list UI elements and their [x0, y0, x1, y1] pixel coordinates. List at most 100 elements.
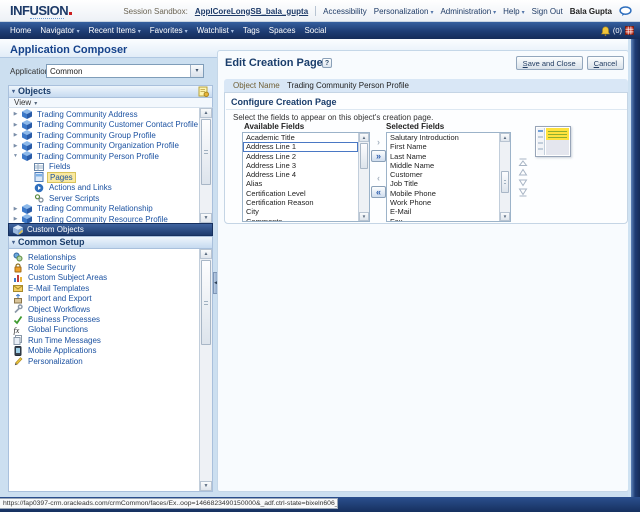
header-link-accessibility[interactable]: Accessibility: [323, 7, 367, 16]
tree-item-trading-community-group-profile[interactable]: ▶Trading Community Group Profile: [9, 130, 199, 141]
available-field-option[interactable]: Certification Reason: [243, 198, 358, 207]
sidebar-item-import-and-export[interactable]: Import and Export: [9, 294, 199, 304]
expand-arrow-icon[interactable]: ▶: [12, 143, 19, 149]
sidebar-item-personalization[interactable]: Personalization: [9, 356, 199, 366]
available-field-option[interactable]: Academic Title: [243, 133, 358, 142]
available-field-option[interactable]: Address Line 3: [243, 161, 358, 170]
scrollbar-thumb[interactable]: [360, 143, 368, 169]
scrollbar-thumb[interactable]: [201, 119, 211, 185]
nav-item-social[interactable]: Social: [304, 26, 326, 35]
collapse-chevron-icon[interactable]: ▾: [12, 89, 15, 95]
sidebar-item-business-processes[interactable]: Business Processes: [9, 314, 199, 324]
scroll-down-icon[interactable]: ▼: [200, 481, 212, 491]
selected-field-option[interactable]: E-Mail: [387, 207, 499, 216]
tree-item-pages[interactable]: Pages: [9, 172, 199, 183]
sidebar-item-relationships[interactable]: Relationships: [9, 252, 199, 262]
reorder-up-icon[interactable]: [518, 164, 528, 173]
scroll-down-icon[interactable]: ▼: [500, 212, 510, 221]
nav-item-tags[interactable]: Tags: [243, 26, 260, 35]
view-menu[interactable]: View▾: [8, 98, 213, 108]
available-field-option[interactable]: City: [243, 207, 358, 216]
objects-panel-header[interactable]: ▾Objects: [8, 85, 213, 98]
nav-item-home[interactable]: Home: [10, 26, 31, 35]
selected-field-option[interactable]: Last Name: [387, 152, 499, 161]
header-link-personalization[interactable]: Personalization▾: [374, 7, 434, 16]
tree-item-server-scripts[interactable]: Server Scripts: [9, 193, 199, 204]
available-field-option[interactable]: Address Line 2: [243, 152, 358, 161]
chat-bubble-icon[interactable]: [619, 6, 632, 16]
selected-scrollbar[interactable]: ▲ ▼: [499, 133, 510, 221]
tree-item-fields[interactable]: Fields: [9, 162, 199, 173]
save-and-close-button[interactable]: Save and Close: [516, 56, 583, 70]
collapse-arrow-icon[interactable]: ▼: [12, 153, 19, 159]
scroll-up-icon[interactable]: ▲: [200, 249, 212, 259]
reorder-down-icon[interactable]: [518, 174, 528, 183]
available-field-option[interactable]: Comments: [243, 217, 358, 221]
selected-field-option[interactable]: Salutary Introduction: [387, 133, 499, 142]
bell-icon[interactable]: [601, 26, 610, 36]
application-select[interactable]: Common ▾: [46, 64, 204, 78]
move-all-right-icon[interactable]: »: [371, 150, 386, 162]
available-fields-listbox[interactable]: Academic TitleAddress Line 1Address Line…: [242, 132, 370, 222]
tree-item-trading-community-relationship[interactable]: ▶Trading Community Relationship: [9, 204, 199, 215]
help-icon[interactable]: ?: [322, 58, 332, 68]
available-field-option[interactable]: Alias: [243, 179, 358, 188]
sidebar-item-run-time-messages[interactable]: Run Time Messages: [9, 335, 199, 345]
nav-item-favorites[interactable]: Favorites▾: [150, 26, 188, 35]
tree-item-trading-community-organization-profile[interactable]: ▶Trading Community Organization Profile: [9, 141, 199, 152]
move-left-icon[interactable]: ‹: [371, 173, 386, 185]
tree-item-trading-community-resource-profile[interactable]: ▶Trading Community Resource Profile: [9, 214, 199, 223]
selected-field-option[interactable]: Middle Name: [387, 161, 499, 170]
tree-item-trading-community-customer-contact-profile[interactable]: ▶Trading Community Customer Contact Prof…: [9, 120, 199, 131]
sidebar-item-custom-objects[interactable]: Custom Objects: [8, 223, 213, 236]
scroll-down-icon[interactable]: ▼: [200, 213, 212, 223]
sidebar-item-e-mail-templates[interactable]: E-Mail Templates: [9, 283, 199, 293]
tree-scrollbar[interactable]: ▲ ▼: [199, 108, 212, 223]
setup-scrollbar[interactable]: ▲ ▼: [199, 249, 212, 491]
tree-item-actions-and-links[interactable]: Actions and Links: [9, 183, 199, 194]
selected-fields-listbox[interactable]: Salutary IntroductionFirst NameLast Name…: [386, 132, 511, 222]
available-field-option[interactable]: Certification Level: [243, 189, 358, 198]
nav-item-watchlist[interactable]: Watchlist▾: [197, 26, 234, 35]
available-field-option[interactable]: Address Line 1: [243, 142, 358, 151]
reorder-top-icon[interactable]: [518, 154, 528, 163]
sidebar-item-object-workflows[interactable]: Object Workflows: [9, 304, 199, 314]
sidebar-item-role-security[interactable]: Role Security: [9, 262, 199, 272]
expand-arrow-icon[interactable]: ▶: [12, 132, 19, 138]
selected-field-option[interactable]: Mobile Phone: [387, 189, 499, 198]
scroll-up-icon[interactable]: ▲: [200, 108, 212, 118]
scroll-down-icon[interactable]: ▼: [359, 212, 369, 221]
selected-field-option[interactable]: Work Phone: [387, 198, 499, 207]
session-sandbox-link[interactable]: ApplCoreLongSB_bala_gupta: [195, 7, 308, 16]
common-setup-panel-header[interactable]: ▾Common Setup: [8, 236, 213, 249]
expand-arrow-icon[interactable]: ▶: [12, 111, 19, 117]
collapse-chevron-icon[interactable]: ▾: [12, 240, 15, 246]
selected-field-option[interactable]: Customer: [387, 170, 499, 179]
move-all-left-icon[interactable]: «: [371, 186, 386, 198]
sidebar-item-global-functions[interactable]: fxGlobal Functions: [9, 325, 199, 335]
cancel-button[interactable]: Cancel: [587, 56, 624, 70]
nav-item-spaces[interactable]: Spaces: [269, 26, 296, 35]
scroll-up-icon[interactable]: ▲: [500, 133, 510, 142]
expand-arrow-icon[interactable]: ▶: [12, 122, 19, 128]
chevron-down-icon[interactable]: ▾: [190, 65, 203, 77]
selected-field-option[interactable]: Job Title: [387, 179, 499, 188]
available-field-option[interactable]: Address Line 4: [243, 170, 358, 179]
header-link-help[interactable]: Help▾: [503, 7, 524, 16]
sidebar-item-mobile-applications[interactable]: Mobile Applications: [9, 346, 199, 356]
selected-field-option[interactable]: First Name: [387, 142, 499, 151]
grid-icon[interactable]: [625, 26, 634, 35]
header-link-administration[interactable]: Administration▾: [440, 7, 496, 16]
new-object-icon[interactable]: [198, 86, 209, 97]
tree-item-trading-community-person-profile[interactable]: ▼Trading Community Person Profile: [9, 151, 199, 162]
scrollbar-thumb[interactable]: [501, 171, 509, 193]
expand-arrow-icon[interactable]: ▶: [12, 206, 19, 212]
scrollbar-thumb[interactable]: [201, 260, 211, 345]
tree-item-trading-community-address[interactable]: ▶Trading Community Address: [9, 109, 199, 120]
nav-item-recent-items[interactable]: Recent Items▾: [89, 26, 141, 35]
expand-arrow-icon[interactable]: ▶: [12, 216, 19, 222]
move-right-icon[interactable]: ›: [371, 137, 386, 149]
reorder-bottom-icon[interactable]: [518, 184, 528, 193]
selected-field-option[interactable]: Fax: [387, 217, 499, 221]
scroll-up-icon[interactable]: ▲: [359, 133, 369, 142]
